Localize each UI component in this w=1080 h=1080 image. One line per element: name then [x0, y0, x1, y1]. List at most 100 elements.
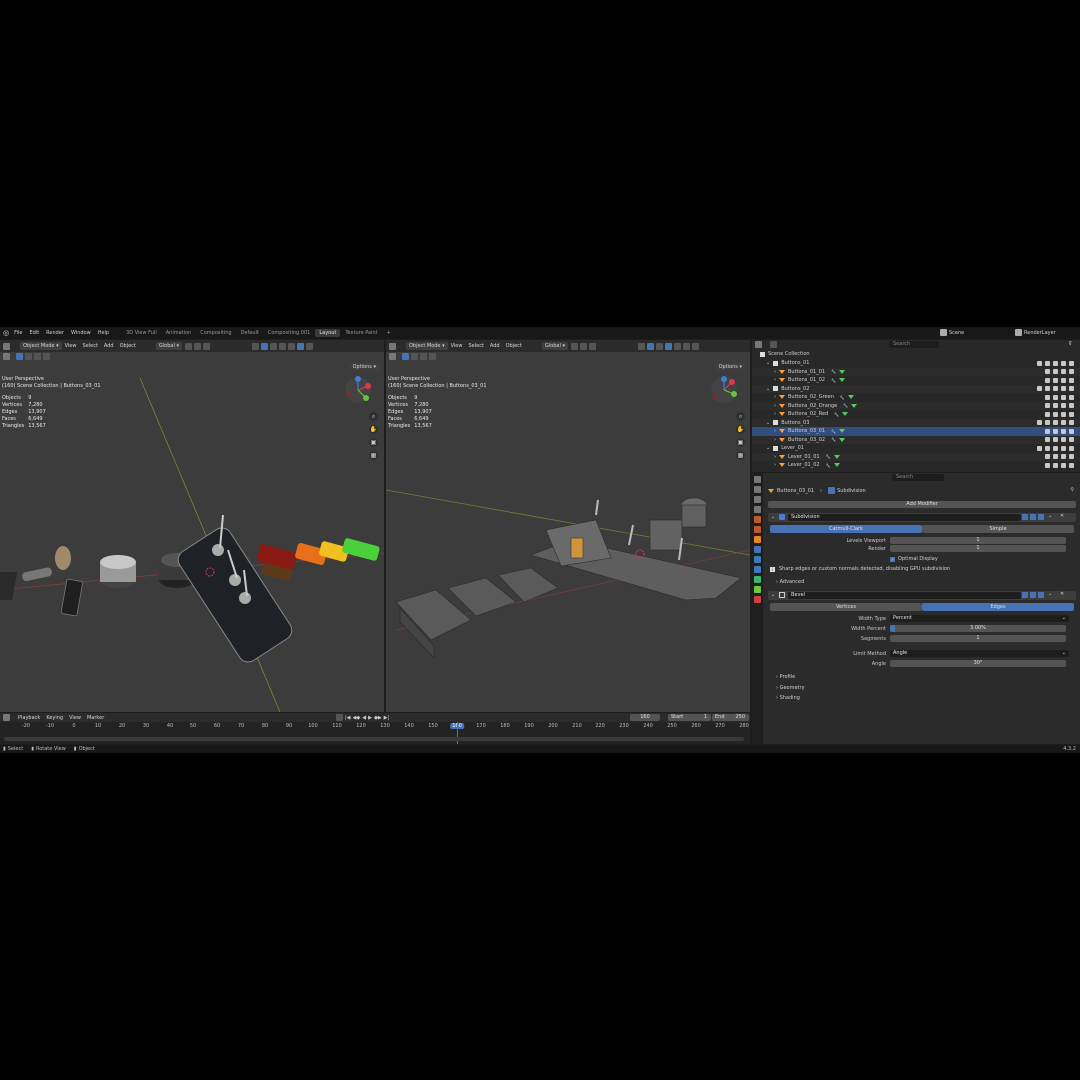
output-tab-icon[interactable]: [754, 496, 761, 503]
menu-edit[interactable]: Edit: [29, 330, 39, 336]
viewport-left[interactable]: Object Mode ▾ View Select Add Object Glo…: [0, 340, 384, 712]
outliner-collection-row[interactable]: ⌄ Buttons_01: [752, 359, 1080, 368]
tab-texture-paint[interactable]: Texture Paint: [341, 329, 381, 337]
end-frame-field[interactable]: End 250: [712, 714, 749, 721]
outliner-object-row[interactable]: › Buttons_01_01 🔧: [752, 367, 1080, 376]
world-tab-icon[interactable]: [754, 526, 761, 533]
collapse-chevron-icon[interactable]: ⌄: [771, 514, 775, 520]
mesh-data-icon[interactable]: [833, 454, 840, 459]
render-levels-field[interactable]: 1: [890, 545, 1066, 552]
eye-icon[interactable]: [1053, 411, 1058, 417]
expand-chevron-icon[interactable]: ›: [774, 437, 776, 443]
modifier-wrench-icon[interactable]: 🔧: [840, 395, 845, 400]
switch-panel[interactable]: [174, 514, 295, 666]
pin-icon[interactable]: ⚲: [1070, 487, 1074, 493]
particles-tab-icon[interactable]: [754, 556, 761, 563]
menu-view[interactable]: View: [69, 715, 81, 721]
width-percent-slider[interactable]: 3.00%: [890, 625, 1066, 632]
monitor-icon[interactable]: [1061, 411, 1066, 417]
current-frame-field[interactable]: 160: [630, 714, 660, 721]
eye-icon[interactable]: [1053, 445, 1058, 451]
outliner-editor-icon[interactable]: [755, 341, 762, 348]
tab-layout[interactable]: Layout: [315, 329, 341, 337]
modifier-wrench-icon[interactable]: 🔧: [826, 463, 831, 468]
timeline-ruler[interactable]: -20 -10 0 10 20 30 40 50 60 70 80 90 100…: [0, 722, 750, 731]
expand-chevron-icon[interactable]: ⌄: [766, 360, 770, 366]
object-tab-icon[interactable]: [754, 536, 761, 543]
menu-keying[interactable]: Keying: [46, 715, 63, 721]
viewport-scene-textured[interactable]: [0, 340, 384, 712]
realtime-toggle-icon[interactable]: [1030, 514, 1036, 520]
prev-key-icon[interactable]: ◀◆: [353, 715, 361, 721]
timeline-scrollbar[interactable]: [4, 737, 744, 741]
wire-buttons-row[interactable]: [395, 567, 559, 659]
bevel-modifier-header[interactable]: ⌄ Bevel ⌄ ✕: [768, 591, 1076, 600]
scene-tab-icon[interactable]: [754, 516, 761, 523]
mesh-data-icon[interactable]: [833, 463, 840, 468]
expand-chevron-icon[interactable]: ›: [774, 428, 776, 434]
camera-icon[interactable]: [1069, 386, 1074, 392]
modifier-tab-icon[interactable]: [754, 546, 761, 553]
render-tab-icon[interactable]: [754, 486, 761, 493]
viewport-scene-wireframe[interactable]: [386, 340, 750, 712]
play-icon[interactable]: ▶: [368, 715, 372, 721]
eye-icon[interactable]: [1053, 386, 1058, 392]
collapse-chevron-icon[interactable]: ⌄: [771, 592, 775, 598]
eye-icon[interactable]: [1053, 428, 1058, 434]
outliner-object-row[interactable]: › Buttons_03_02 🔧: [752, 435, 1080, 444]
eye-icon[interactable]: [1053, 369, 1058, 375]
add-workspace-button[interactable]: +: [383, 329, 395, 337]
eye-icon[interactable]: [1053, 454, 1058, 460]
mesh-data-icon[interactable]: [839, 429, 846, 434]
subdivision-modifier-header[interactable]: ⌄ Subdivision ⌄ ✕: [768, 513, 1076, 522]
modifier-wrench-icon[interactable]: 🔧: [826, 454, 831, 459]
expand-chevron-icon[interactable]: ⌄: [766, 420, 770, 426]
eye-icon[interactable]: [1053, 377, 1058, 383]
constraints-tab-icon[interactable]: [754, 576, 761, 583]
optimal-display-checkbox[interactable]: ✓ Optimal Display: [890, 556, 938, 562]
data-tab-icon[interactable]: [754, 586, 761, 593]
realtime-toggle-icon[interactable]: [1030, 592, 1036, 598]
camera-icon[interactable]: [1069, 428, 1074, 434]
edit-mode-toggle-icon[interactable]: [1022, 514, 1028, 520]
outliner-search-input[interactable]: Search: [889, 341, 939, 348]
edges-button[interactable]: Edges: [922, 603, 1074, 611]
expand-chevron-icon[interactable]: ›: [774, 411, 776, 417]
eye-icon[interactable]: [1053, 462, 1058, 468]
render-toggle-icon[interactable]: [1038, 514, 1044, 520]
menu-window[interactable]: Window: [71, 330, 91, 336]
viewport-right[interactable]: Object Mode ▾ View Select Add Object Glo…: [386, 340, 750, 712]
simple-button[interactable]: Simple: [922, 525, 1074, 533]
camera-icon[interactable]: [1069, 369, 1074, 375]
blender-logo-icon[interactable]: ◎: [3, 329, 9, 337]
tab-3d-view-full[interactable]: 3D View Full: [122, 329, 161, 337]
select-arrow-icon[interactable]: [1045, 403, 1050, 409]
timeline-editor-icon[interactable]: [3, 714, 10, 721]
display-mode-icon[interactable]: [770, 341, 777, 348]
modifier-wrench-icon[interactable]: 🔧: [831, 369, 836, 374]
advanced-subpanel[interactable]: › Advanced: [776, 579, 804, 585]
monitor-icon[interactable]: [1061, 445, 1066, 451]
geometry-subpanel[interactable]: › Geometry: [776, 685, 805, 691]
subdivision-name-field[interactable]: Subdivision: [788, 514, 1021, 521]
physics-tab-icon[interactable]: [754, 566, 761, 573]
material-tab-icon[interactable]: [754, 596, 761, 603]
segments-field[interactable]: 1: [890, 635, 1066, 642]
camera-icon[interactable]: [1069, 445, 1074, 451]
modifier-wrench-icon[interactable]: 🔧: [843, 403, 848, 408]
outliner-object-row[interactable]: › Buttons_02_Green 🔧: [752, 393, 1080, 402]
start-frame-field[interactable]: Start 1: [668, 714, 711, 721]
camera-icon[interactable]: [1069, 377, 1074, 383]
select-arrow-icon[interactable]: [1045, 428, 1050, 434]
camera-icon[interactable]: [1069, 437, 1074, 443]
tab-animation[interactable]: Animation: [162, 329, 196, 337]
select-arrow-icon[interactable]: [1045, 377, 1050, 383]
modifier-wrench-icon[interactable]: 🔧: [831, 378, 836, 383]
filter-icon[interactable]: ⊽: [1068, 341, 1072, 347]
tab-compositing[interactable]: Compositing: [196, 329, 235, 337]
monitor-icon[interactable]: [1061, 403, 1066, 409]
lever-object[interactable]: [0, 546, 83, 617]
select-arrow-icon[interactable]: [1045, 360, 1050, 366]
properties-search-input[interactable]: Search: [892, 474, 944, 481]
select-arrow-icon[interactable]: [1045, 437, 1050, 443]
